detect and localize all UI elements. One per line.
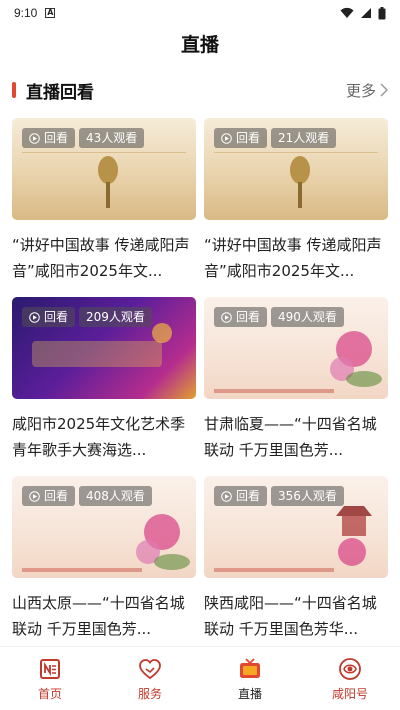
replay-badge: 回看	[214, 307, 268, 327]
nav-item-xianyang[interactable]: 咸阳号	[300, 647, 400, 710]
replay-label: 回看	[44, 310, 69, 324]
play-icon	[221, 132, 232, 144]
badge-row: 回看 209人观看	[22, 307, 152, 327]
signal-icon	[361, 8, 371, 18]
replay-badge: 回看	[22, 128, 76, 148]
replay-card[interactable]: 回看 43人观看 “讲好中国故事 传递咸阳声音”咸阳市2025年文...	[12, 118, 196, 285]
viewer-count-badge: 408人观看	[79, 486, 152, 506]
card-thumbnail: 回看 209人观看	[12, 297, 196, 399]
card-thumbnail: 回看 21人观看	[204, 118, 388, 220]
badge-row: 回看 490人观看	[214, 307, 344, 327]
card-title: “讲好中国故事 传递咸阳声音”咸阳市2025年文...	[12, 236, 190, 280]
replay-label: 回看	[44, 489, 69, 503]
replay-card[interactable]: 回看 490人观看 甘肃临夏——“十四省名城联动 千万里国色芳...	[204, 297, 388, 464]
section-title: 直播回看	[26, 82, 94, 103]
viewer-count-badge: 21人观看	[271, 128, 337, 148]
badge-row: 回看 43人观看	[22, 128, 145, 148]
nav-item-service[interactable]: 服务	[100, 647, 200, 710]
replay-card[interactable]: 回看 356人观看 陕西咸阳——“十四省名城联动 千万里国色芳华...	[204, 476, 388, 643]
wifi-icon	[340, 7, 354, 18]
viewer-count-badge: 356人观看	[271, 486, 344, 506]
card-title: 陕西咸阳——“十四省名城联动 千万里国色芳华...	[204, 594, 377, 638]
heart-hand-icon	[139, 659, 161, 680]
tv-live-icon	[240, 658, 260, 678]
status-icons	[340, 6, 386, 20]
status-bar: 9:10 A	[0, 0, 400, 26]
chevron-right-icon	[380, 83, 388, 97]
card-title: 甘肃临夏——“十四省名城联动 千万里国色芳...	[204, 415, 377, 459]
replay-card[interactable]: 回看 408人观看 山西太原——“十四省名城联动 千万里国色芳...	[12, 476, 196, 643]
card-title: 咸阳市2025年文化艺术季青年歌手大赛海选...	[12, 415, 186, 459]
play-icon	[29, 490, 40, 502]
replay-label: 回看	[236, 131, 261, 145]
card-title: “讲好中国故事 传递咸阳声音”咸阳市2025年文...	[204, 236, 382, 280]
play-icon	[221, 311, 232, 323]
more-link[interactable]: 更多	[346, 80, 388, 101]
nav-label-xianyang: 咸阳号	[331, 687, 368, 701]
status-time: 9:10	[14, 6, 38, 20]
xianyang-logo-icon	[339, 658, 361, 680]
nav-item-live[interactable]: 直播	[200, 647, 300, 710]
card-title: 山西太原——“十四省名城联动 千万里国色芳...	[12, 594, 185, 638]
replay-badge: 回看	[214, 486, 268, 506]
replay-badge: 回看	[22, 307, 76, 327]
section-accent-bar	[12, 82, 16, 98]
replay-badge: 回看	[214, 128, 268, 148]
replay-label: 回看	[236, 310, 261, 324]
play-icon	[221, 490, 232, 502]
replay-grid: 回看 43人观看 “讲好中国故事 传递咸阳声音”咸阳市2025年文... 回看 …	[12, 118, 388, 643]
replay-card[interactable]: 回看 21人观看 “讲好中国故事 传递咸阳声音”咸阳市2025年文...	[204, 118, 388, 285]
nav-label-home: 首页	[37, 687, 62, 701]
viewer-count-badge: 490人观看	[271, 307, 344, 327]
replay-card[interactable]: 回看 209人观看 咸阳市2025年文化艺术季青年歌手大赛海选...	[12, 297, 196, 464]
home-news-icon	[40, 659, 60, 679]
replay-label: 回看	[44, 131, 69, 145]
card-thumbnail: 回看 43人观看	[12, 118, 196, 220]
badge-row: 回看 21人观看	[214, 128, 337, 148]
section-header: 直播回看 更多	[12, 76, 388, 104]
more-label: 更多	[345, 81, 376, 100]
page-title: 直播	[180, 34, 219, 56]
badge-row: 回看 408人观看	[22, 486, 152, 506]
nav-label-service: 服务	[137, 687, 162, 701]
viewer-count-badge: 43人观看	[79, 128, 145, 148]
card-thumbnail: 回看 490人观看	[204, 297, 388, 399]
replay-label: 回看	[236, 489, 261, 503]
play-icon	[29, 311, 40, 323]
notification-a-icon: A	[45, 8, 56, 18]
card-thumbnail: 回看 408人观看	[12, 476, 196, 578]
play-icon	[29, 132, 40, 144]
replay-badge: 回看	[22, 486, 76, 506]
badge-row: 回看 356人观看	[214, 486, 344, 506]
battery-icon	[378, 6, 386, 19]
card-thumbnail: 回看 356人观看	[204, 476, 388, 578]
nav-label-live: 直播	[237, 687, 262, 701]
viewer-count-badge: 209人观看	[79, 307, 152, 327]
nav-item-home[interactable]: 首页	[0, 647, 100, 710]
bottom-nav: 首页 服务 直播 咸阳号	[0, 646, 400, 710]
